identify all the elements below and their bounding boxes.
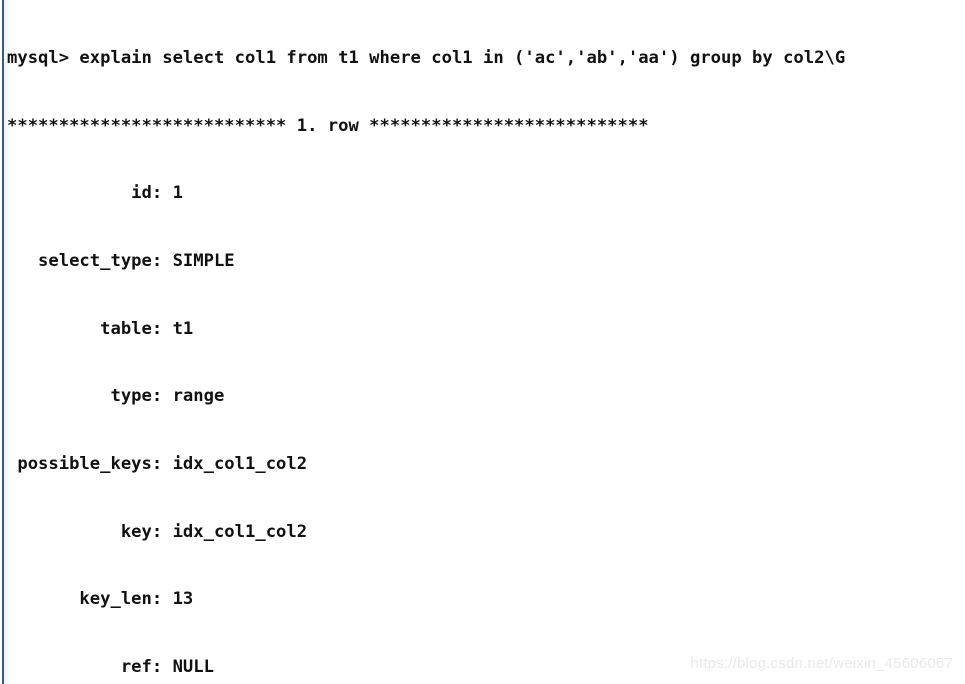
terminal-line: type: range bbox=[7, 386, 225, 407]
terminal-line: key_len: 13 bbox=[7, 589, 194, 610]
terminal-line: *************************** 1. row *****… bbox=[7, 115, 649, 136]
terminal-line: possible_keys: idx_col1_col2 bbox=[7, 453, 308, 474]
terminal-line: key: idx_col1_col2 bbox=[7, 521, 308, 542]
terminal-line: mysql> explain select col1 from t1 where… bbox=[7, 48, 846, 69]
terminal-line: select_type: SIMPLE bbox=[7, 251, 235, 272]
terminal-line: table: t1 bbox=[7, 318, 194, 339]
terminal-screenshot: mysql> explain select col1 from t1 where… bbox=[0, 0, 965, 684]
terminal-line: id: 1 bbox=[7, 183, 183, 204]
watermark-url: https://blog.csdn.net/weixin_45606067 bbox=[690, 655, 953, 672]
terminal-output[interactable]: mysql> explain select col1 from t1 where… bbox=[7, 2, 957, 684]
